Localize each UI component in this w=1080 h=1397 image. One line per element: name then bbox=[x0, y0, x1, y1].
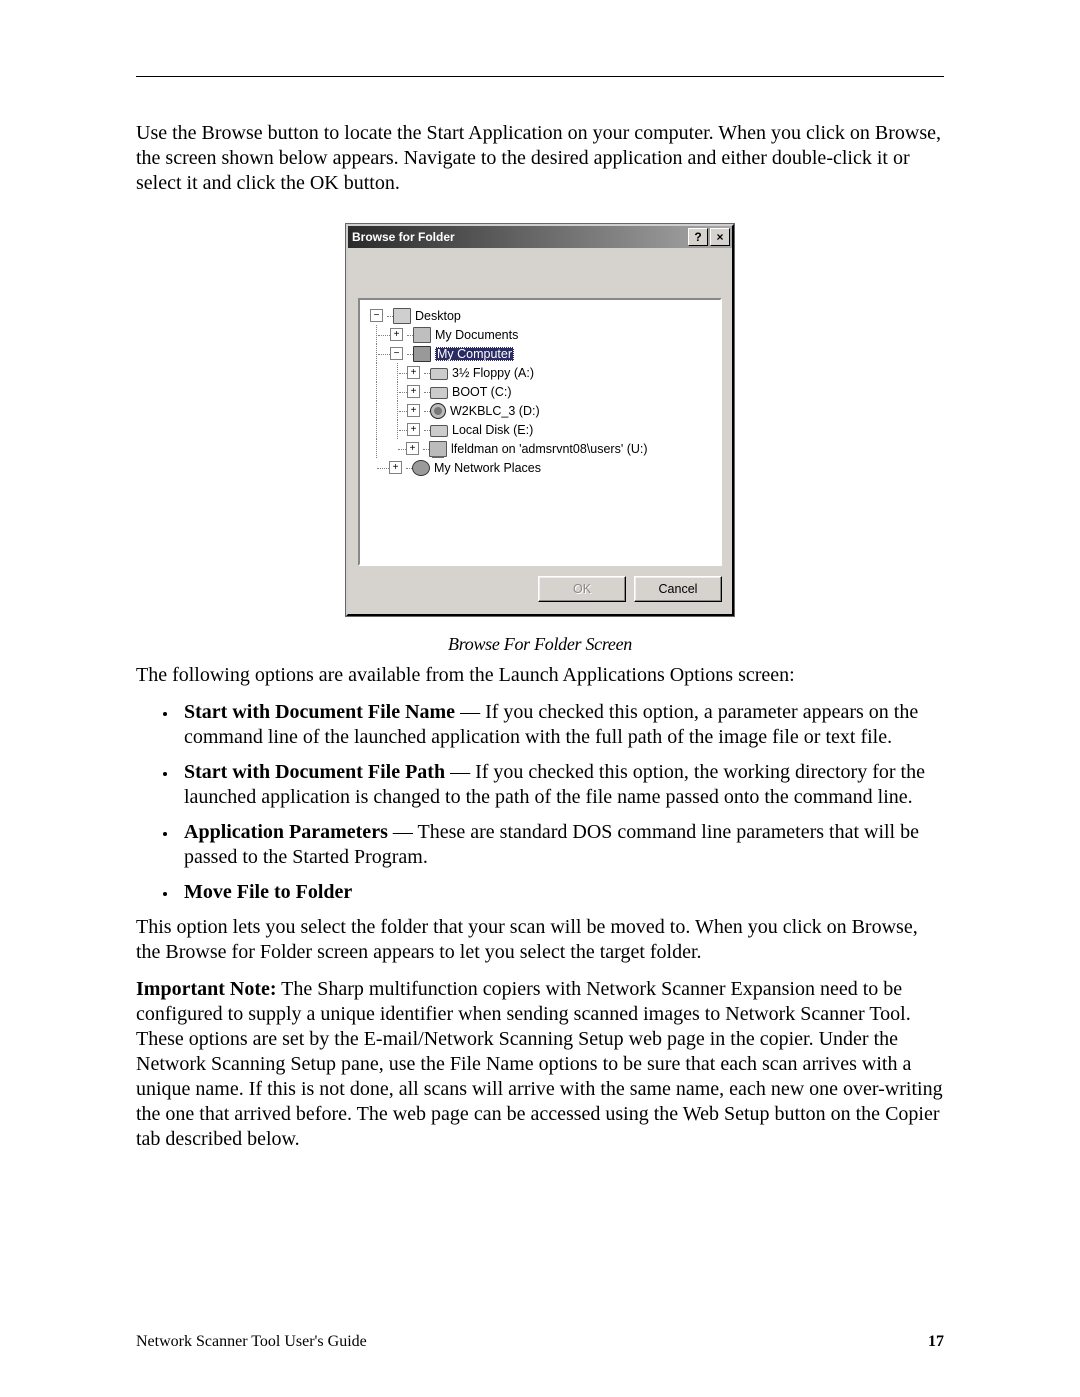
folder-icon bbox=[413, 327, 431, 343]
expander-my-computer[interactable]: − bbox=[390, 347, 403, 360]
dialog-title: Browse for Folder bbox=[352, 230, 455, 244]
page-number: 17 bbox=[928, 1333, 944, 1351]
browse-for-folder-dialog: Browse for Folder ? × − Desktop bbox=[346, 224, 734, 616]
expander-local[interactable]: + bbox=[407, 423, 420, 436]
tree-item-w2k[interactable]: W2KBLC_3 (D:) bbox=[450, 404, 540, 418]
tree-item-desktop[interactable]: Desktop bbox=[415, 309, 461, 323]
page-footer: Network Scanner Tool User's Guide 17 bbox=[136, 1333, 944, 1351]
desktop-icon bbox=[393, 308, 411, 324]
network-drive-icon bbox=[429, 441, 447, 457]
option-app-params: Application Parameters — These are stand… bbox=[178, 820, 944, 870]
expander-places[interactable]: + bbox=[389, 461, 402, 474]
tree-item-floppy[interactable]: 3½ Floppy (A:) bbox=[452, 366, 534, 380]
computer-icon bbox=[413, 346, 431, 362]
figure-caption: Browse For Folder Screen bbox=[136, 634, 944, 655]
expander-netdrv[interactable]: + bbox=[406, 442, 419, 455]
option-move-file: Move File to Folder bbox=[178, 880, 944, 905]
expander-floppy[interactable]: + bbox=[407, 366, 420, 379]
expander-desktop[interactable]: − bbox=[370, 309, 383, 322]
option-start-file-name: Start with Document File Name — If you c… bbox=[178, 700, 944, 750]
tree-item-my-documents[interactable]: My Documents bbox=[435, 328, 518, 342]
expander-my-documents[interactable]: + bbox=[390, 328, 403, 341]
intro-paragraph: Use the Browse button to locate the Star… bbox=[136, 121, 944, 196]
titlebar-close-button[interactable]: × bbox=[710, 228, 730, 246]
dialog-titlebar: Browse for Folder ? × bbox=[348, 226, 732, 248]
titlebar-help-button[interactable]: ? bbox=[688, 228, 708, 246]
tree-item-netdrv[interactable]: lfeldman on 'admsrvnt08\users' (U:) bbox=[451, 442, 648, 456]
cd-icon bbox=[430, 403, 446, 419]
network-places-icon bbox=[412, 460, 430, 476]
folder-tree[interactable]: − Desktop + My Documents bbox=[358, 298, 722, 566]
footer-title: Network Scanner Tool User's Guide bbox=[136, 1333, 367, 1351]
drive-icon bbox=[430, 425, 448, 437]
move-file-paragraph: This option lets you select the folder t… bbox=[136, 915, 944, 965]
options-list: Start with Document File Name — If you c… bbox=[136, 700, 944, 905]
tree-item-places[interactable]: My Network Places bbox=[434, 461, 541, 475]
option-start-file-path: Start with Document File Path — If you c… bbox=[178, 760, 944, 810]
expander-w2k[interactable]: + bbox=[407, 404, 420, 417]
tree-item-my-computer[interactable]: My Computer bbox=[435, 347, 514, 361]
tree-item-local[interactable]: Local Disk (E:) bbox=[452, 423, 533, 437]
floppy-icon bbox=[430, 368, 448, 380]
ok-button[interactable]: OK bbox=[538, 576, 626, 602]
cancel-button[interactable]: Cancel bbox=[634, 576, 722, 602]
expander-boot[interactable]: + bbox=[407, 385, 420, 398]
tree-item-boot[interactable]: BOOT (C:) bbox=[452, 385, 512, 399]
important-note: Important Note: The Sharp multifunction … bbox=[136, 977, 944, 1152]
options-intro: The following options are available from… bbox=[136, 663, 944, 688]
drive-icon bbox=[430, 387, 448, 399]
